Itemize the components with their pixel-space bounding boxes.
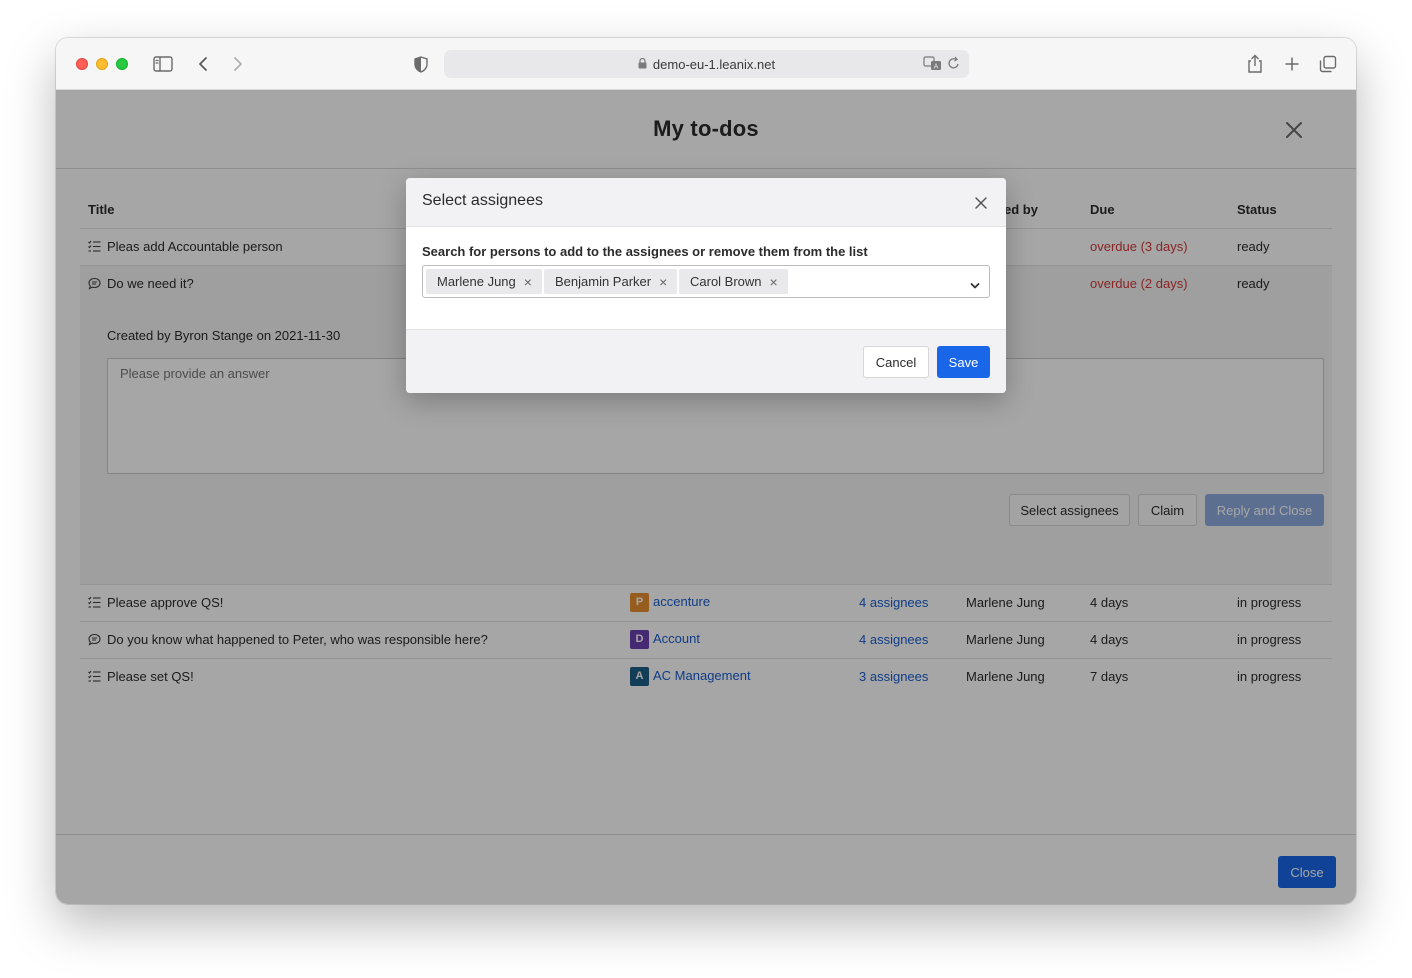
- tabs-overview-icon[interactable]: [1318, 52, 1338, 76]
- assignee-chip-label: Marlene Jung: [437, 274, 516, 289]
- assignee-chip-label: Benjamin Parker: [555, 274, 652, 289]
- remove-assignee-icon[interactable]: ×: [524, 274, 532, 290]
- close-window-button[interactable]: [76, 58, 88, 70]
- url-text: demo-eu-1.leanix.net: [652, 56, 776, 72]
- fullscreen-window-button[interactable]: [116, 58, 128, 70]
- assignee-chip: Benjamin Parker ×: [544, 269, 678, 294]
- assignees-multiselect[interactable]: Marlene Jung × Benjamin Parker × Carol B…: [422, 265, 990, 298]
- assignee-chip: Marlene Jung ×: [426, 269, 542, 294]
- browser-window: demo-eu-1.leanix.net A My to-dos Title e…: [56, 38, 1356, 904]
- svg-text:A: A: [934, 63, 939, 71]
- save-button[interactable]: Save: [937, 346, 990, 378]
- back-arrow-icon[interactable]: [194, 52, 212, 76]
- new-tab-icon[interactable]: [1282, 52, 1302, 76]
- select-assignees-dialog: Select assignees Search for persons to a…: [406, 178, 1006, 393]
- assignee-chip-label: Carol Brown: [690, 274, 762, 289]
- remove-assignee-icon[interactable]: ×: [659, 274, 667, 290]
- chevron-down-icon[interactable]: [970, 277, 980, 289]
- dialog-header: Select assignees: [406, 178, 1006, 227]
- sidebar-toggle-icon[interactable]: [152, 52, 174, 76]
- lock-icon: [638, 57, 647, 72]
- shield-icon[interactable]: [411, 52, 431, 76]
- forward-arrow-icon[interactable]: [229, 52, 247, 76]
- dialog-title: Select assignees: [422, 192, 543, 209]
- assignee-chip: Carol Brown ×: [679, 269, 788, 294]
- address-bar[interactable]: demo-eu-1.leanix.net A: [444, 50, 969, 78]
- cancel-button[interactable]: Cancel: [863, 346, 929, 378]
- minimize-window-button[interactable]: [96, 58, 108, 70]
- assignees-instruction: Search for persons to add to the assigne…: [422, 244, 868, 259]
- share-icon[interactable]: [1245, 52, 1265, 76]
- browser-toolbar: demo-eu-1.leanix.net A: [56, 38, 1356, 90]
- reload-icon[interactable]: [947, 55, 961, 74]
- remove-assignee-icon[interactable]: ×: [770, 274, 778, 290]
- close-icon[interactable]: [974, 196, 988, 210]
- dialog-footer: Cancel Save: [406, 329, 1006, 393]
- translate-icon[interactable]: A: [923, 55, 943, 74]
